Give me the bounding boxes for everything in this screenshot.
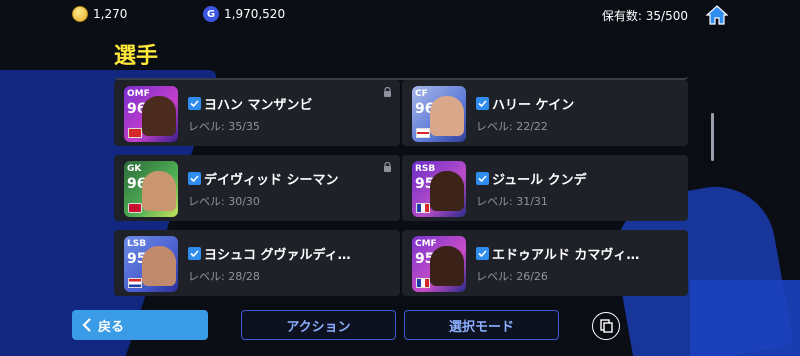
player-thumbnail: LSB 95	[124, 236, 178, 292]
home-icon[interactable]	[706, 4, 728, 26]
holding-count: 保有数: 35/500	[601, 9, 688, 23]
gp-balance: G 1,970,520	[203, 6, 285, 22]
action-label: アクション	[286, 319, 351, 335]
lock-icon	[384, 162, 391, 172]
player-level: レベル: 31/31	[476, 195, 548, 208]
club-badge-icon	[128, 203, 142, 213]
player-level: レベル: 26/26	[476, 270, 548, 283]
player-thumbnail: OMF 96	[124, 86, 178, 142]
player-position: CMF	[415, 239, 437, 249]
card-view-button[interactable]	[592, 312, 620, 340]
gp-icon: G	[203, 6, 219, 22]
player-level: レベル: 30/30	[188, 195, 260, 208]
player-thumbnail: CF 96	[412, 86, 466, 142]
gp-amount: 1,970,520	[224, 7, 286, 21]
player-portrait	[430, 171, 464, 211]
player-thumbnail: CMF 95	[412, 236, 466, 292]
scrollbar[interactable]	[711, 113, 714, 161]
back-label: 戻る	[98, 319, 125, 335]
check-icon	[476, 247, 489, 260]
player-name: ヨシュコ グヴァルディ…	[204, 248, 351, 263]
check-icon	[476, 172, 489, 185]
player-portrait	[142, 96, 176, 136]
player-position: LSB	[127, 239, 147, 249]
coin-icon	[72, 6, 88, 22]
back-button[interactable]: 戻る	[72, 310, 208, 340]
player-card[interactable]: LSB 95 ヨシュコ グヴァルディ… レベル: 28/28	[114, 230, 400, 296]
player-name: エドゥアルド カマヴィ…	[492, 248, 640, 263]
player-position: GK	[127, 164, 142, 174]
coin-balance: 1,270	[72, 6, 127, 22]
player-level: レベル: 28/28	[188, 270, 260, 283]
action-button[interactable]: アクション	[241, 310, 396, 340]
check-icon	[188, 247, 201, 260]
select-mode-label: 選択モード	[448, 319, 514, 335]
player-card[interactable]: CF 96 ハリー ケイン レベル: 22/22	[402, 80, 688, 146]
flag-icon	[128, 278, 142, 288]
cards-icon	[600, 319, 613, 333]
player-thumbnail: GK 96	[124, 161, 178, 217]
player-name: ジュール クンデ	[492, 173, 587, 188]
player-position: OMF	[127, 89, 150, 99]
player-name: デイヴィッド シーマン	[204, 173, 339, 188]
list-top-edge	[114, 66, 688, 80]
flag-icon	[416, 128, 430, 138]
player-card[interactable]: OMF 96 ヨハン マンザンビ レベル: 35/35	[114, 80, 400, 146]
flag-icon	[128, 128, 142, 138]
player-name: ヨハン マンザンビ	[204, 98, 313, 113]
flag-icon	[416, 203, 430, 213]
player-portrait	[142, 246, 176, 286]
check-icon	[476, 97, 489, 110]
player-position: RSB	[415, 164, 436, 174]
player-level: レベル: 35/35	[188, 120, 260, 133]
player-position: CF	[415, 89, 428, 99]
lock-icon	[384, 87, 391, 97]
top-bar: 1,270 G 1,970,520 保有数: 35/500	[0, 0, 800, 32]
player-level: レベル: 22/22	[476, 120, 548, 133]
select-mode-button[interactable]: 選択モード	[404, 310, 559, 340]
background-shape	[690, 280, 800, 356]
coin-amount: 1,270	[93, 7, 128, 21]
check-icon	[188, 172, 201, 185]
player-portrait	[430, 246, 464, 286]
player-name: ハリー ケイン	[492, 98, 575, 113]
chevron-left-icon	[82, 318, 91, 332]
player-card[interactable]: RSB 95 ジュール クンデ レベル: 31/31	[402, 155, 688, 221]
player-list[interactable]: OMF 96 ヨハン マンザンビ レベル: 35/35 CF 96 ハリー ケイ…	[114, 58, 688, 304]
player-portrait	[430, 96, 464, 136]
flag-icon	[416, 278, 430, 288]
player-portrait	[142, 171, 176, 211]
player-thumbnail: RSB 95	[412, 161, 466, 217]
player-card[interactable]: CMF 95 エドゥアルド カマヴィ… レベル: 26/26	[402, 230, 688, 296]
player-card[interactable]: GK 96 デイヴィッド シーマン レベル: 30/30	[114, 155, 400, 221]
check-icon	[188, 97, 201, 110]
